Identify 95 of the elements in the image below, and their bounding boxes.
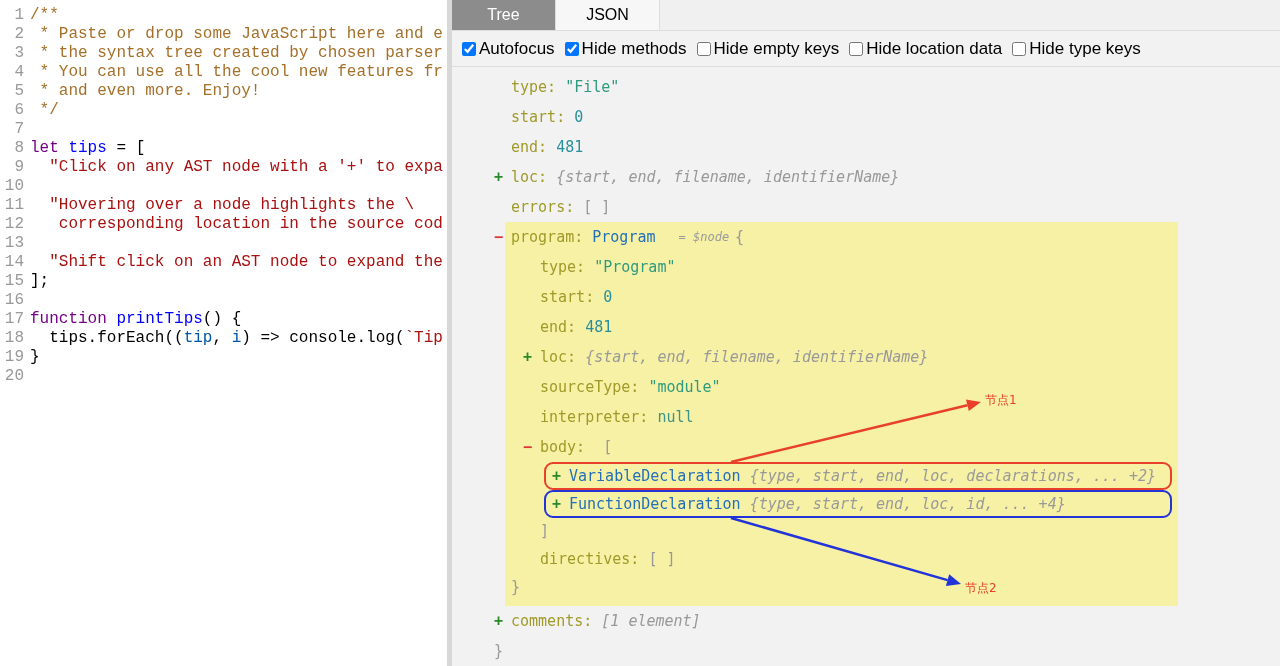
code-line: /** — [30, 6, 59, 25]
node-summary: [1 element] — [601, 611, 701, 632]
expand-toggle[interactable]: + — [494, 162, 511, 192]
property-value: [ ] — [583, 197, 611, 218]
code-line: ]; — [30, 272, 50, 291]
line-number: 13 — [3, 234, 25, 253]
closing-bracket: ] — [540, 521, 550, 542]
annotation-label: 节点2 — [965, 580, 997, 597]
property-key: end: — [511, 132, 557, 162]
opening-bracket: [ — [602, 437, 613, 458]
property-value: 0 — [574, 107, 584, 128]
annotation-label: 节点1 — [985, 392, 1017, 409]
node-summary: {type, start, end, loc, id, ... +4} — [749, 494, 1066, 515]
checkbox-label[interactable]: Hide type keys — [1029, 38, 1141, 59]
code-line: "Click on any AST node with a '+' to expa — [48, 158, 443, 177]
expand-toggle[interactable]: + — [523, 342, 540, 372]
line-number: 15 — [3, 272, 25, 291]
node-type: VariableDeclaration — [569, 466, 742, 487]
property-value: 481 — [585, 317, 613, 338]
property-key: sourceType: — [540, 372, 649, 402]
line-number: 7 — [13, 120, 25, 139]
line-number: 16 — [3, 291, 25, 310]
checkbox[interactable] — [696, 41, 711, 56]
code-line: */ — [38, 101, 59, 120]
property-value: [ ] — [648, 549, 676, 570]
code-line: "Hovering over a node highlights the \ — [48, 196, 415, 215]
line-number: 8 — [13, 139, 25, 158]
property-key: errors: — [511, 192, 584, 222]
opening-brace: { — [735, 227, 745, 248]
property-key: type: — [540, 252, 595, 282]
line-number: 3 — [13, 44, 25, 63]
checkbox[interactable] — [462, 41, 476, 56]
line-number: 20 — [3, 367, 25, 386]
property-value: "module" — [648, 377, 721, 398]
collapse-toggle[interactable]: − — [494, 222, 511, 252]
property-key: interpreter: — [540, 402, 658, 432]
node-type: Program — [592, 227, 657, 248]
expand-toggle[interactable]: + — [552, 461, 569, 491]
closing-brace: } — [511, 577, 521, 598]
line-number: 5 — [13, 82, 25, 101]
property-key: comments: — [511, 606, 602, 636]
code-line: * and even more. Enjoy! — [38, 82, 261, 101]
checkbox-label[interactable]: Hide empty keys — [713, 38, 840, 59]
node-reference: = $node — [678, 229, 730, 246]
line-number: 4 — [13, 63, 25, 82]
expand-toggle[interactable]: + — [552, 489, 569, 519]
property-key: type: — [511, 72, 566, 102]
code-line: "Shift click on an AST node to expand the — [48, 253, 443, 272]
node-summary: {type, start, end, loc, declarations, ... +2} — [749, 466, 1156, 487]
checkbox-label[interactable]: Hide location data — [866, 38, 1003, 59]
collapse-toggle[interactable]: − — [523, 432, 540, 462]
property-value: 481 — [556, 137, 584, 158]
code-line: let tips = [ — [30, 139, 146, 158]
line-number: 19 — [3, 348, 25, 367]
property-key: start: — [511, 102, 575, 132]
code-line: } — [30, 348, 40, 367]
line-number: 1 — [13, 6, 25, 25]
checkbox[interactable] — [849, 41, 864, 56]
line-number: 9 — [13, 158, 25, 177]
property-value: "File" — [565, 77, 620, 98]
code-line: * You can use all the cool new features fr — [38, 63, 443, 82]
property-key: end: — [540, 312, 586, 342]
code-line: corresponding location in the source cod — [57, 215, 443, 234]
checkbox-label[interactable]: Autofocus — [479, 38, 555, 59]
property-key: body: — [540, 432, 595, 462]
tab[interactable]: Tree — [452, 0, 556, 30]
line-number: 14 — [3, 253, 25, 272]
code-line: * the syntax tree created by chosen parser — [38, 44, 443, 63]
line-number: 18 — [3, 329, 25, 348]
line-number: 17 — [3, 310, 25, 329]
property-key: program: — [511, 222, 593, 252]
code-line: function printTips() { — [30, 310, 242, 329]
property-key: directives: — [540, 544, 649, 574]
checkbox[interactable] — [1012, 41, 1027, 56]
code-line: * Paste or drop some JavaScript here and e — [38, 25, 443, 44]
line-number: 12 — [3, 215, 25, 234]
expand-toggle[interactable]: + — [494, 606, 511, 636]
node-summary: {start, end, filename, identifierName} — [556, 167, 900, 188]
property-key: loc: — [511, 162, 557, 192]
checkbox-label[interactable]: Hide methods — [581, 38, 687, 59]
code-line: tips.forEach((tip, i) => console.log(`Tip — [48, 329, 443, 348]
property-key: start: — [540, 282, 604, 312]
line-number: 10 — [3, 177, 25, 196]
node-summary: {start, end, filename, identifierName} — [585, 347, 929, 368]
node-type: FunctionDeclaration — [569, 494, 742, 515]
line-number: 6 — [13, 101, 25, 120]
property-value: 0 — [603, 287, 613, 308]
closing-brace: } — [494, 641, 504, 662]
property-key: loc: — [540, 342, 586, 372]
checkbox[interactable] — [564, 41, 579, 56]
line-number: 2 — [13, 25, 25, 44]
property-value: "Program" — [594, 257, 676, 278]
tab[interactable]: JSON — [556, 0, 660, 30]
property-value: null — [657, 407, 694, 428]
line-number: 11 — [3, 196, 25, 215]
